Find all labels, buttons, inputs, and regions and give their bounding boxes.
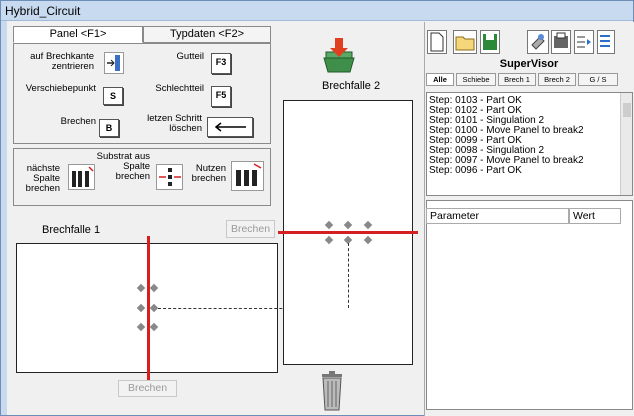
scroll-thumb[interactable] [623,103,631,117]
dot-matrix-icon [236,163,262,186]
brechen-bottom-button[interactable]: Brechen [118,380,177,397]
tab-panel[interactable]: Panel <F1> [13,26,143,43]
tab-schiebe[interactable]: Schiebe [456,73,496,86]
good-key-button[interactable]: F3 [211,53,231,74]
undo-button[interactable] [207,117,253,137]
break-line-horizontal [278,231,418,234]
export-icon[interactable] [597,30,615,54]
open-folder-icon[interactable] [453,30,477,54]
print-icon[interactable] [551,30,571,54]
move-key-button[interactable]: S [103,87,123,105]
dot-matrix-icon [159,168,181,186]
tool-icon[interactable] [527,30,549,54]
tab-brech-2[interactable]: Brech 2 [538,73,576,86]
panel-break-label: Nutzen brechen [191,163,226,184]
window-title: Hybrid_Circuit [5,4,81,18]
supervisor-title: SuperVisor [499,58,559,70]
tab-brech-1[interactable]: Brech 1 [498,73,536,86]
save-icon[interactable] [480,30,500,54]
tab-g-s[interactable]: G / S [578,73,618,86]
parameter-column-header[interactable]: Parameter [426,208,569,224]
bad-key-button[interactable]: F5 [211,86,231,107]
window-left-border [1,21,7,415]
align-center-icon [107,55,120,71]
dot-matrix-icon [72,166,94,187]
move-rows-icon[interactable] [574,30,594,54]
tab-alle[interactable]: Alle [426,73,454,86]
break-key-button[interactable]: B [99,119,119,137]
move-label: Verschiebepunkt [25,83,96,94]
panel-break-button[interactable] [231,161,264,191]
brechen-top-button[interactable]: Brechen [226,220,275,238]
break-label: Brechen [60,116,96,127]
tab-typdaten[interactable]: Typdaten <F2> [143,26,271,43]
center-button[interactable] [104,52,124,74]
undo-arrow-icon [214,122,246,132]
good-label: Gutteil [176,51,204,62]
center-label: auf Brechkante zentrieren [30,51,94,72]
brechfalle-2-title: Brechfalle 2 [322,80,381,92]
download-tray-icon[interactable] [320,38,358,74]
next-column-button[interactable] [68,164,95,190]
bad-label: Schlechtteil [155,83,204,94]
substrate-button[interactable] [156,164,183,190]
parameter-table [426,200,633,410]
title-bar: Hybrid_Circuit [1,1,633,21]
trash-bin-icon[interactable] [320,370,344,412]
substrate-label: Substrat aus Spalte brechen [96,151,150,182]
next-column-label: nächste Spalte brechen [25,163,60,194]
log-line: Step: 0096 - Part OK [429,165,522,176]
value-column-header[interactable]: Wert [569,208,621,224]
log-scrollbar[interactable] [620,93,632,195]
brechfalle-1-title: Brechfalle 1 [42,224,101,236]
undo-label: letzen Schritt löschen [147,113,202,134]
new-file-icon[interactable] [427,30,447,54]
transfer-path-vertical [348,243,349,308]
